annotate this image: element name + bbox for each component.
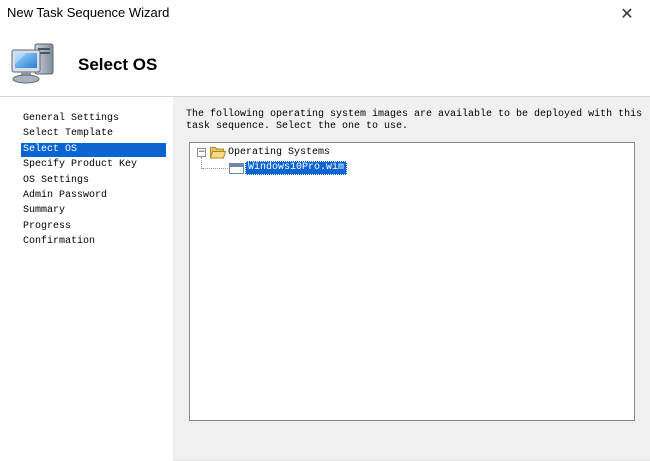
nav-item-summary[interactable]: Summary [21, 204, 166, 218]
close-button[interactable]: ✕ [604, 0, 650, 28]
wizard-header: Select OS [0, 28, 650, 96]
tree-item-label: Windows10Pro.wim [245, 161, 348, 175]
computer-icon [11, 43, 54, 84]
collapse-icon[interactable]: − [197, 148, 206, 157]
os-image-icon [229, 162, 244, 174]
nav-item-os-settings[interactable]: OS Settings [21, 174, 166, 188]
wizard-step-list: General Settings Select Template Select … [0, 97, 172, 461]
page-title: Select OS [78, 55, 158, 74]
main-panel: The following operating system images ar… [173, 97, 650, 461]
close-icon: ✕ [620, 6, 634, 23]
nav-item-select-os[interactable]: Select OS [21, 143, 166, 157]
tree-connector [202, 168, 228, 169]
nav-item-progress[interactable]: Progress [21, 220, 166, 234]
instructions-line-2: task sequence. Select the one to use. [186, 121, 409, 132]
folder-open-icon [210, 147, 226, 159]
nav-item-select-template[interactable]: Select Template [21, 127, 166, 141]
nav-item-specify-product-key[interactable]: Specify Product Key [21, 158, 166, 172]
title-bar: New Task Sequence Wizard ✕ [0, 0, 650, 28]
window-title: New Task Sequence Wizard [7, 5, 170, 20]
instructions-text: The following operating system images ar… [186, 109, 643, 133]
os-tree-view[interactable]: − Operating Systems Windows10Pro.wim [189, 142, 635, 421]
nav-item-confirmation[interactable]: Confirmation [21, 235, 166, 249]
nav-item-general-settings[interactable]: General Settings [21, 112, 166, 126]
nav-item-admin-password[interactable]: Admin Password [21, 189, 166, 203]
instructions-line-1: The following operating system images ar… [186, 109, 643, 120]
tree-root-label[interactable]: Operating Systems [228, 146, 330, 159]
tree-item-windows10pro[interactable]: Windows10Pro.wim [229, 161, 348, 175]
